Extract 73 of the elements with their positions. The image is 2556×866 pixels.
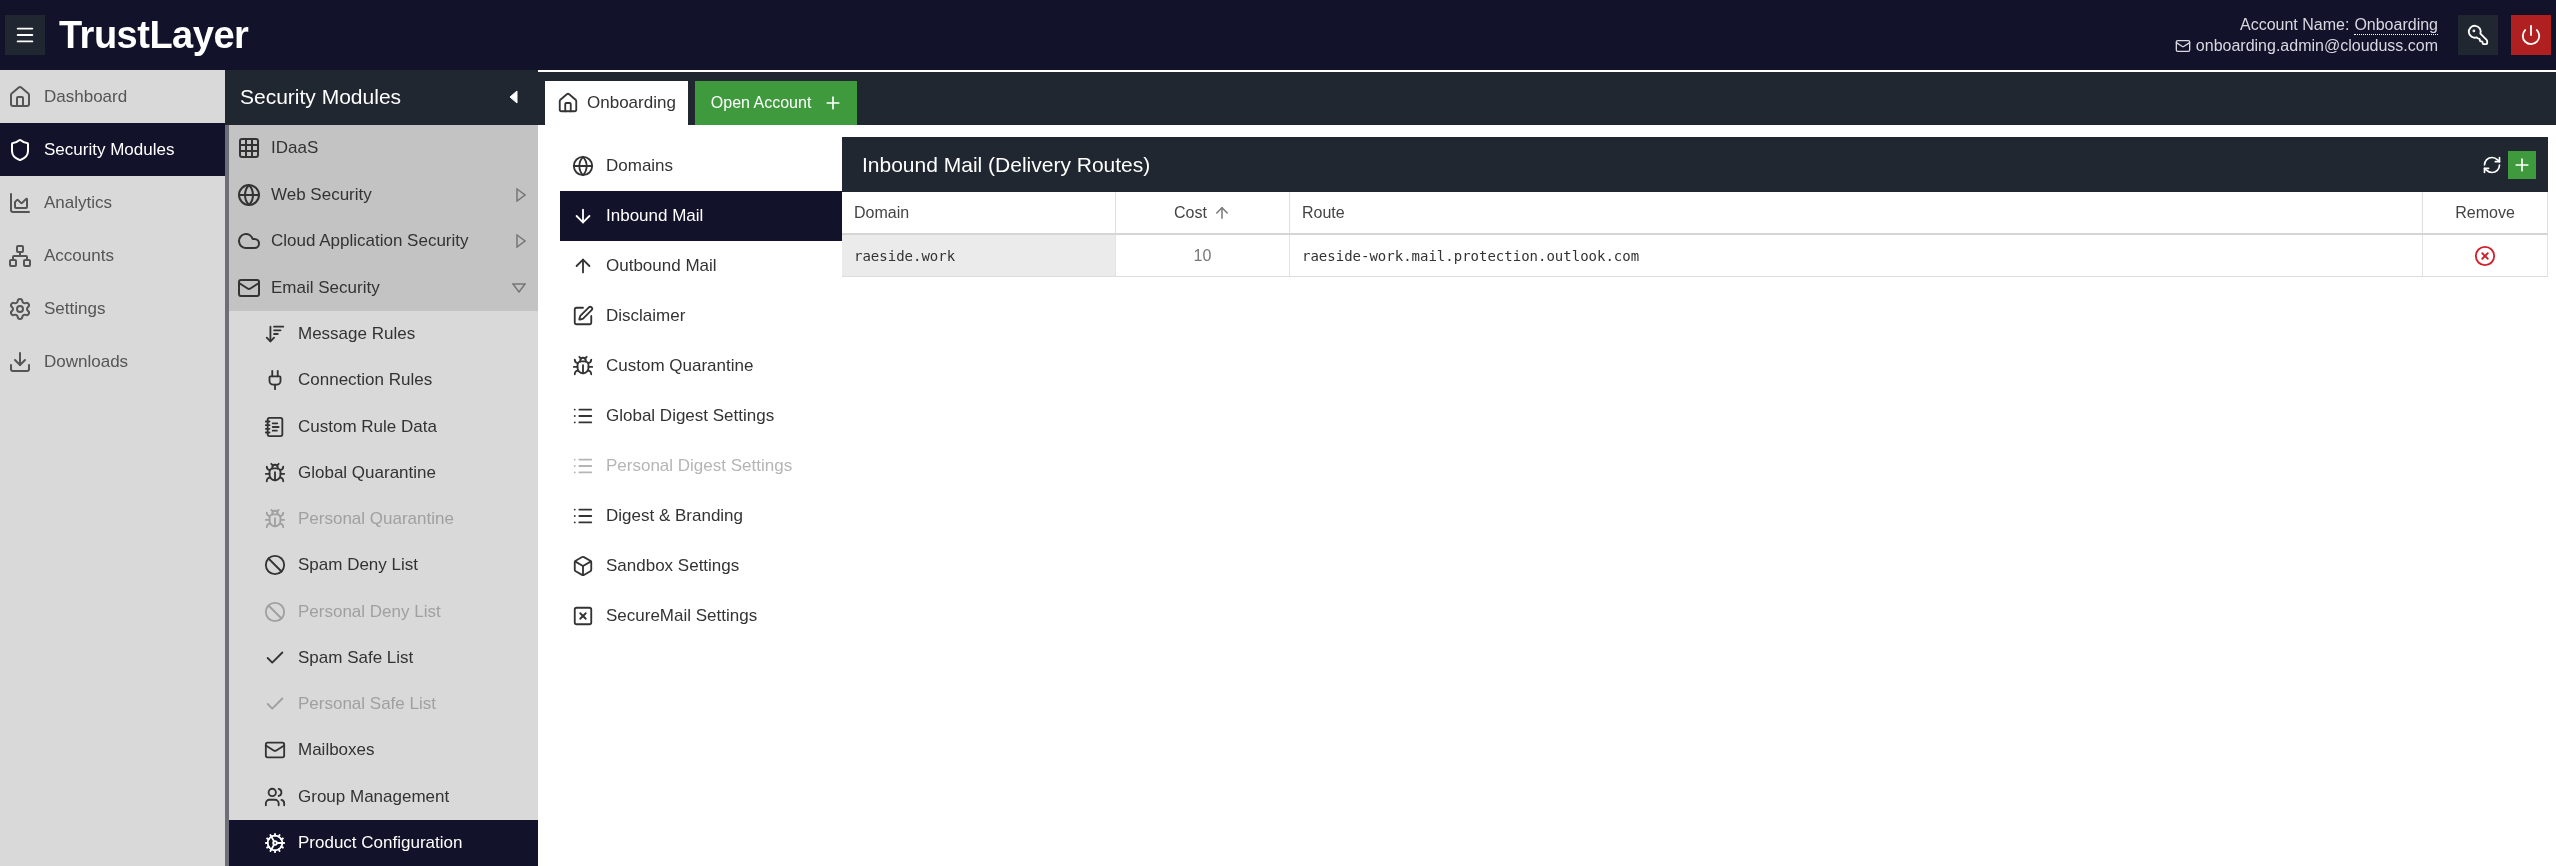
submenu-item[interactable]: Product Configuration xyxy=(229,819,538,866)
module-item[interactable]: IDaaS xyxy=(229,124,538,172)
settings-menu-item[interactable]: Digest & Branding xyxy=(560,491,842,541)
sidebar-title: Security Modules xyxy=(240,85,402,110)
table-cell: raeside.work xyxy=(842,235,1116,277)
settings-menu-item[interactable]: SecureMail Settings xyxy=(560,591,842,641)
remove-icon[interactable] xyxy=(2474,244,2496,267)
submenu-item[interactable]: Mailboxes xyxy=(229,727,538,774)
nav-item[interactable]: Accounts xyxy=(0,229,225,282)
users-icon xyxy=(264,785,286,808)
account-label: Account Name: xyxy=(2240,16,2350,34)
download-icon xyxy=(8,349,32,374)
refresh-icon[interactable] xyxy=(2482,154,2502,175)
column-header[interactable]: Route xyxy=(1290,192,2423,235)
tab[interactable]: Onboarding xyxy=(545,81,688,125)
open-account-button[interactable]: Open Account xyxy=(694,81,858,125)
globe-icon xyxy=(237,182,261,207)
logo: TrustLayer xyxy=(59,13,249,57)
key-button[interactable] xyxy=(2458,15,2498,55)
grid-icon xyxy=(237,136,261,161)
menu-button[interactable] xyxy=(5,15,45,55)
nav-item[interactable]: Analytics xyxy=(0,176,225,229)
submenu-item[interactable]: Spam Deny List xyxy=(229,542,538,589)
edit-icon xyxy=(572,305,594,327)
bug-icon xyxy=(572,355,594,377)
power-button[interactable] xyxy=(2511,15,2551,55)
ban-icon xyxy=(264,554,286,577)
ban-icon xyxy=(264,600,286,623)
submenu-item[interactable]: Spam Safe List xyxy=(229,634,538,681)
module-item[interactable]: Email Security xyxy=(229,264,538,311)
module-item[interactable]: Web Security xyxy=(229,171,538,218)
globe-icon xyxy=(572,155,594,177)
envelope-icon xyxy=(2174,37,2191,54)
bug-icon xyxy=(264,461,286,484)
power-icon xyxy=(2520,24,2542,46)
settings-icon xyxy=(8,296,32,321)
area-chart-icon xyxy=(8,190,32,215)
column-header[interactable]: Remove xyxy=(2423,192,2548,235)
settings-menu-item[interactable]: Sandbox Settings xyxy=(560,541,842,591)
settings-menu-item[interactable]: Outbound Mail xyxy=(560,241,842,291)
nav-item[interactable]: Settings xyxy=(0,282,225,335)
nav-item[interactable]: Security Modules xyxy=(0,123,225,176)
settings-menu-item[interactable]: Global Digest Settings xyxy=(560,391,842,441)
account-name[interactable]: Onboarding xyxy=(2354,15,2438,35)
key-icon xyxy=(2467,24,2489,46)
table-cell: raeside-work.mail.protection.outlook.com xyxy=(1290,235,2423,277)
submenu-item[interactable]: Message Rules xyxy=(229,310,538,358)
settings-menu-item[interactable]: Custom Quarantine xyxy=(560,341,842,391)
home-icon xyxy=(8,84,32,109)
nav-item[interactable]: Downloads xyxy=(0,335,225,388)
column-header[interactable]: Domain xyxy=(842,192,1116,235)
add-button[interactable] xyxy=(2508,150,2536,179)
panel-title: Inbound Mail (Delivery Routes) xyxy=(862,152,1151,177)
submenu-item[interactable]: Group Management xyxy=(229,773,538,820)
module-item[interactable]: Cloud Application Security xyxy=(229,217,538,265)
home-icon xyxy=(557,92,579,114)
settings-menu-item[interactable]: Inbound Mail xyxy=(560,191,842,241)
collapse-caret-icon[interactable] xyxy=(509,90,518,105)
column-header[interactable]: Cost xyxy=(1116,192,1290,235)
shield-icon xyxy=(8,137,32,162)
submenu-item[interactable]: Custom Rule Data xyxy=(229,403,538,450)
document-icon xyxy=(264,415,286,438)
x-box-icon xyxy=(572,605,594,627)
settings-menu-item[interactable]: Disclaimer xyxy=(560,291,842,341)
settings-menu-item[interactable]: Domains xyxy=(560,141,842,191)
bug-icon xyxy=(264,508,286,531)
user-email: onboarding.admin@clouduss.com xyxy=(2195,36,2438,55)
submenu-item[interactable]: Connection Rules xyxy=(229,357,538,404)
nav-item[interactable]: Dashboard xyxy=(0,70,225,123)
submenu-item[interactable]: Global Quarantine xyxy=(229,449,538,496)
hierarchy-icon xyxy=(8,243,32,268)
table-cell: 10 xyxy=(1116,235,1290,277)
box-icon xyxy=(572,555,594,577)
